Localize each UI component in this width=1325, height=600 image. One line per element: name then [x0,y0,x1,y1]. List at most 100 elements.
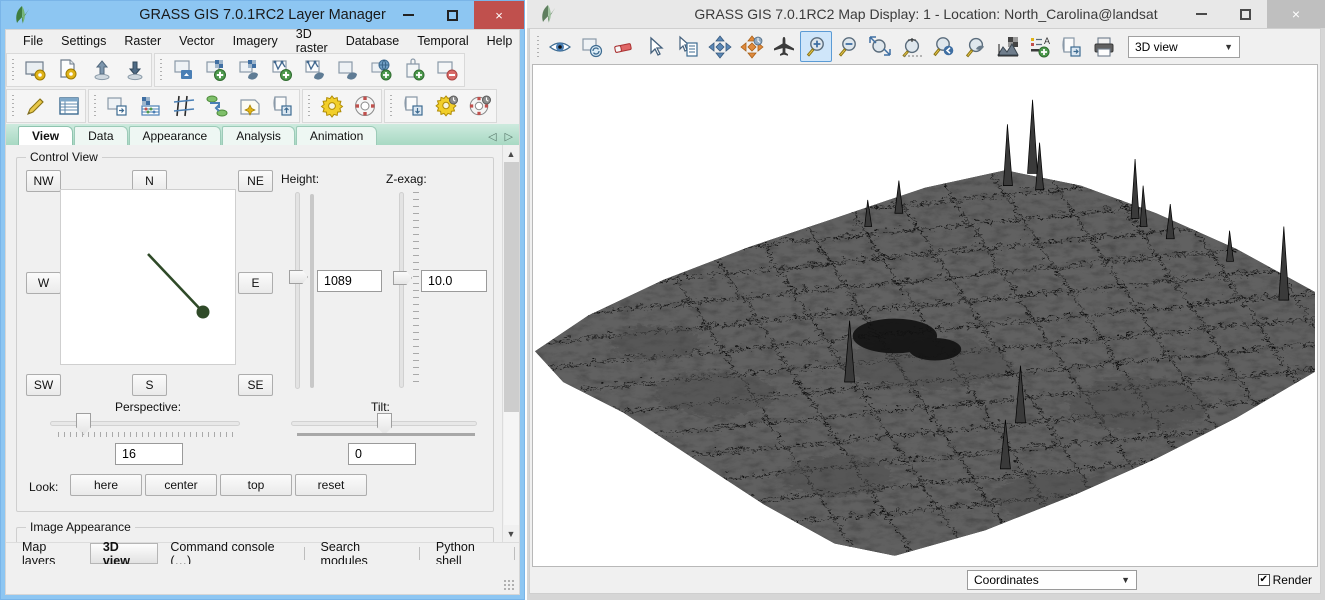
bottom-tab-python-shell[interactable]: Python shell [424,543,510,564]
look-here-button[interactable]: here [70,474,142,496]
modeler-icon[interactable] [315,90,348,122]
menu-vector[interactable]: Vector [170,32,223,50]
zoom-in-icon[interactable] [800,31,832,62]
help-support-icon[interactable] [463,90,496,122]
minimize-button[interactable] [386,1,430,29]
direction-button-s[interactable]: S [132,374,167,396]
view-direction-compass[interactable] [60,189,236,365]
zoom-to-selected-icon[interactable] [864,31,896,62]
query-raster-vector-icon[interactable] [672,31,704,62]
erase-display-icon[interactable] [608,31,640,62]
bottom-tab-command-console[interactable]: Command console (…) [158,543,299,564]
render-toggle[interactable]: ✔ Render [1258,573,1312,587]
direction-button-se[interactable]: SE [238,374,273,396]
zoom-out-icon[interactable] [832,31,864,62]
scrollbar-thumb[interactable] [504,162,519,412]
zoom-options-icon[interactable] [960,31,992,62]
look-center-button[interactable]: center [145,474,217,496]
reproject-icon[interactable] [200,90,233,122]
add-overlay-icon[interactable] [332,54,365,86]
save-workspace-icon[interactable] [118,54,151,86]
new-workspace-icon[interactable] [19,54,52,86]
menu-raster[interactable]: Raster [115,32,170,50]
zexag-value-input[interactable]: 10.0 [421,270,487,292]
georectify-icon[interactable] [167,90,200,122]
edit-vector-icon[interactable] [19,90,52,122]
add-web-service-icon[interactable] [365,54,398,86]
bottom-tab-search-modules[interactable]: Search modules [309,543,415,564]
add-raster-layer-icon[interactable] [200,54,233,86]
raster-calculator-icon[interactable] [134,90,167,122]
script-icon[interactable] [397,90,430,122]
menu-temporal[interactable]: Temporal [408,32,477,50]
direction-button-sw[interactable]: SW [26,374,61,396]
render-map-icon[interactable] [576,31,608,62]
settings-gear-icon[interactable] [430,90,463,122]
tilt-value-input[interactable]: 0 [348,443,416,465]
toolbar-grip[interactable] [9,57,17,83]
scroll-down-icon[interactable]: ▼ [503,525,520,542]
direction-button-nw[interactable]: NW [26,170,61,192]
height-slider-thumb[interactable] [289,270,308,284]
minimize-button[interactable] [1179,0,1223,28]
zoom-extent-icon[interactable] [896,31,928,62]
import-raster-icon[interactable] [167,54,200,86]
toolbar-grip[interactable] [305,93,313,119]
menu-file[interactable]: File [14,32,52,50]
load-workspace-icon[interactable] [85,54,118,86]
3d-view-icon[interactable] [233,90,266,122]
print-map-icon[interactable] [1088,31,1120,62]
rotate-icon[interactable] [736,31,768,62]
direction-button-ne[interactable]: NE [238,170,273,192]
tab-data[interactable]: Data [74,126,127,145]
bottom-tab-map-layers[interactable]: Map layers [10,543,90,564]
save-display-icon[interactable] [1056,31,1088,62]
resize-grip[interactable] [503,579,515,591]
height-slider-track[interactable] [295,192,300,389]
scrollbar-trough[interactable] [504,162,519,525]
add-rgb-raster-icon[interactable] [233,54,266,86]
zexag-slider-track[interactable] [399,192,404,388]
display-map-icon[interactable] [544,31,576,62]
add-thematic-vector-icon[interactable] [299,54,332,86]
close-button[interactable]: × [474,1,524,29]
cartographic-composer-icon[interactable] [266,90,299,122]
open-workspace-icon[interactable] [52,54,85,86]
add-group-icon[interactable] [398,54,431,86]
help-icon[interactable] [348,90,381,122]
coordinates-combo[interactable]: Coordinates ▼ [967,570,1137,590]
toolbar-grip[interactable] [534,34,542,60]
map-display-titlebar[interactable]: GRASS GIS 7.0.1RC2 Map Display: 1 - Loca… [527,0,1325,28]
maximize-button[interactable] [1223,0,1267,28]
view-panel-scrollbar[interactable]: ▲ ▼ [502,145,519,542]
zexag-slider-thumb[interactable] [393,271,412,285]
menu-database[interactable]: Database [337,32,409,50]
add-vector-layer-icon[interactable] [266,54,299,86]
tab-animation[interactable]: Animation [296,126,377,145]
render-checkbox[interactable]: ✔ [1258,574,1270,586]
tab-view[interactable]: View [18,126,73,145]
direction-button-w[interactable]: W [26,272,61,294]
toolbar-grip[interactable] [387,93,395,119]
close-button[interactable]: × [1267,0,1325,28]
tab-analysis[interactable]: Analysis [222,126,295,145]
pointer-icon[interactable] [640,31,672,62]
copy-layer-icon[interactable] [101,90,134,122]
remove-layer-icon[interactable] [431,54,464,86]
map-canvas[interactable] [532,64,1318,567]
maximize-button[interactable] [430,1,474,29]
view-mode-combo[interactable]: 3D view ▼ [1128,36,1240,58]
look-reset-button[interactable]: reset [295,474,367,496]
tab-scroll-left-icon[interactable]: ◁ [488,130,496,143]
menu-imagery[interactable]: Imagery [224,32,287,50]
menu-settings[interactable]: Settings [52,32,115,50]
perspective-value-input[interactable]: 16 [115,443,183,465]
analyze-map-icon[interactable] [992,31,1024,62]
toolbar-grip[interactable] [157,57,165,83]
toolbar-grip[interactable] [91,93,99,119]
menu-help[interactable]: Help [478,32,522,50]
direction-button-e[interactable]: E [238,272,273,294]
bottom-tab-3d-view[interactable]: 3D view [90,543,159,564]
attribute-table-icon[interactable] [52,90,85,122]
tab-appearance[interactable]: Appearance [129,126,222,145]
